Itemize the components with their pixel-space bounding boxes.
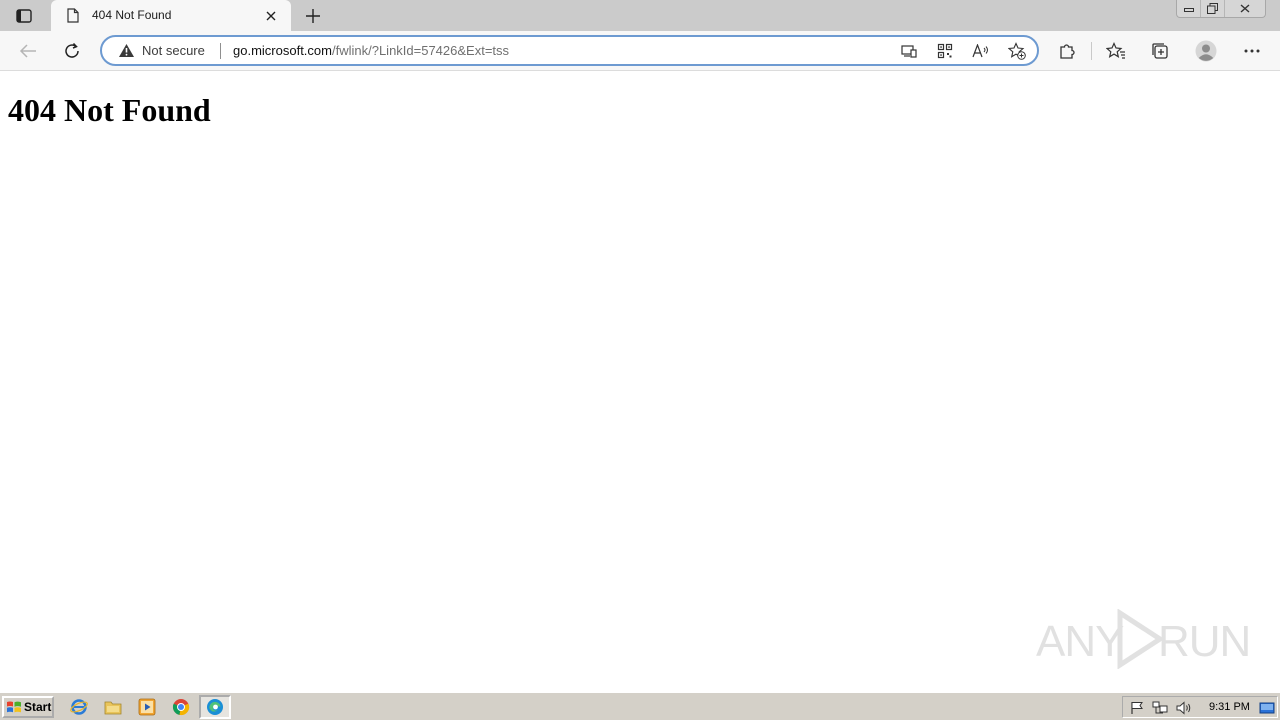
page-icon (67, 8, 81, 24)
address-bar[interactable]: Not secure go.microsoft.com/fwlink/?Link… (100, 35, 1039, 66)
warning-icon[interactable] (118, 43, 136, 59)
back-arrow-icon[interactable] (16, 39, 40, 63)
start-button[interactable]: Start (2, 696, 54, 718)
url-text[interactable]: go.microsoft.com/fwlink/?LinkId=57426&Ex… (233, 43, 509, 58)
close-icon[interactable] (263, 8, 279, 24)
tab-actions-icon[interactable] (8, 5, 40, 27)
plus-icon[interactable] (302, 5, 324, 27)
watermark-right-text: RUN (1158, 617, 1251, 666)
page-heading: 404 Not Found (8, 92, 211, 128)
anyrun-watermark: ANY RUN (1036, 607, 1251, 671)
network-icon[interactable] (1152, 700, 1168, 716)
folder-icon[interactable] (103, 697, 123, 717)
app-available-icon[interactable] (898, 41, 920, 61)
system-tray: 9:31 PM (1122, 696, 1278, 718)
flag-icon[interactable] (1129, 700, 1145, 716)
edge-taskbar-button[interactable] (199, 695, 231, 719)
browser-tab[interactable]: 404 Not Found (51, 0, 291, 31)
minimize-icon[interactable] (1177, 0, 1201, 17)
collections-icon[interactable] (1148, 39, 1172, 63)
more-icon[interactable] (1240, 39, 1264, 63)
clock[interactable]: 9:31 PM (1209, 701, 1250, 713)
restore-icon[interactable] (1201, 0, 1225, 17)
add-favorite-icon[interactable] (1006, 41, 1028, 61)
favorites-icon[interactable] (1104, 39, 1128, 63)
taskbar: Start 9:31 PM (0, 692, 1280, 720)
window-controls (1176, 0, 1266, 18)
profile-icon[interactable] (1194, 39, 1218, 63)
volume-icon[interactable] (1176, 700, 1192, 716)
start-label: Start (24, 700, 52, 714)
windows-logo-icon (6, 700, 22, 714)
edge-icon (206, 698, 224, 716)
security-label[interactable]: Not secure (142, 43, 205, 58)
internet-explorer-icon[interactable] (69, 697, 89, 717)
tab-strip: 404 Not Found (0, 0, 1280, 31)
puzzle-icon[interactable] (1055, 39, 1079, 63)
url-path: /fwlink/?LinkId=57426&Ext=tss (331, 43, 510, 58)
read-aloud-icon[interactable] (970, 41, 992, 61)
chrome-icon[interactable] (171, 697, 191, 717)
tab-title: 404 Not Found (92, 8, 172, 22)
url-host: go.microsoft.com (233, 43, 332, 58)
address-divider (220, 43, 221, 59)
media-player-icon[interactable] (137, 697, 157, 717)
play-icon (1117, 609, 1164, 669)
show-desktop-icon[interactable] (1259, 700, 1275, 716)
refresh-icon[interactable] (60, 39, 84, 63)
browser-toolbar: Not secure go.microsoft.com/fwlink/?Link… (0, 31, 1280, 71)
toolbar-divider (1091, 42, 1092, 60)
watermark-left-text: ANY (1036, 617, 1124, 666)
qr-code-icon[interactable] (934, 41, 956, 61)
page-content: 404 Not Found ANY RUN (0, 71, 1280, 692)
close-window-icon[interactable] (1225, 0, 1265, 17)
